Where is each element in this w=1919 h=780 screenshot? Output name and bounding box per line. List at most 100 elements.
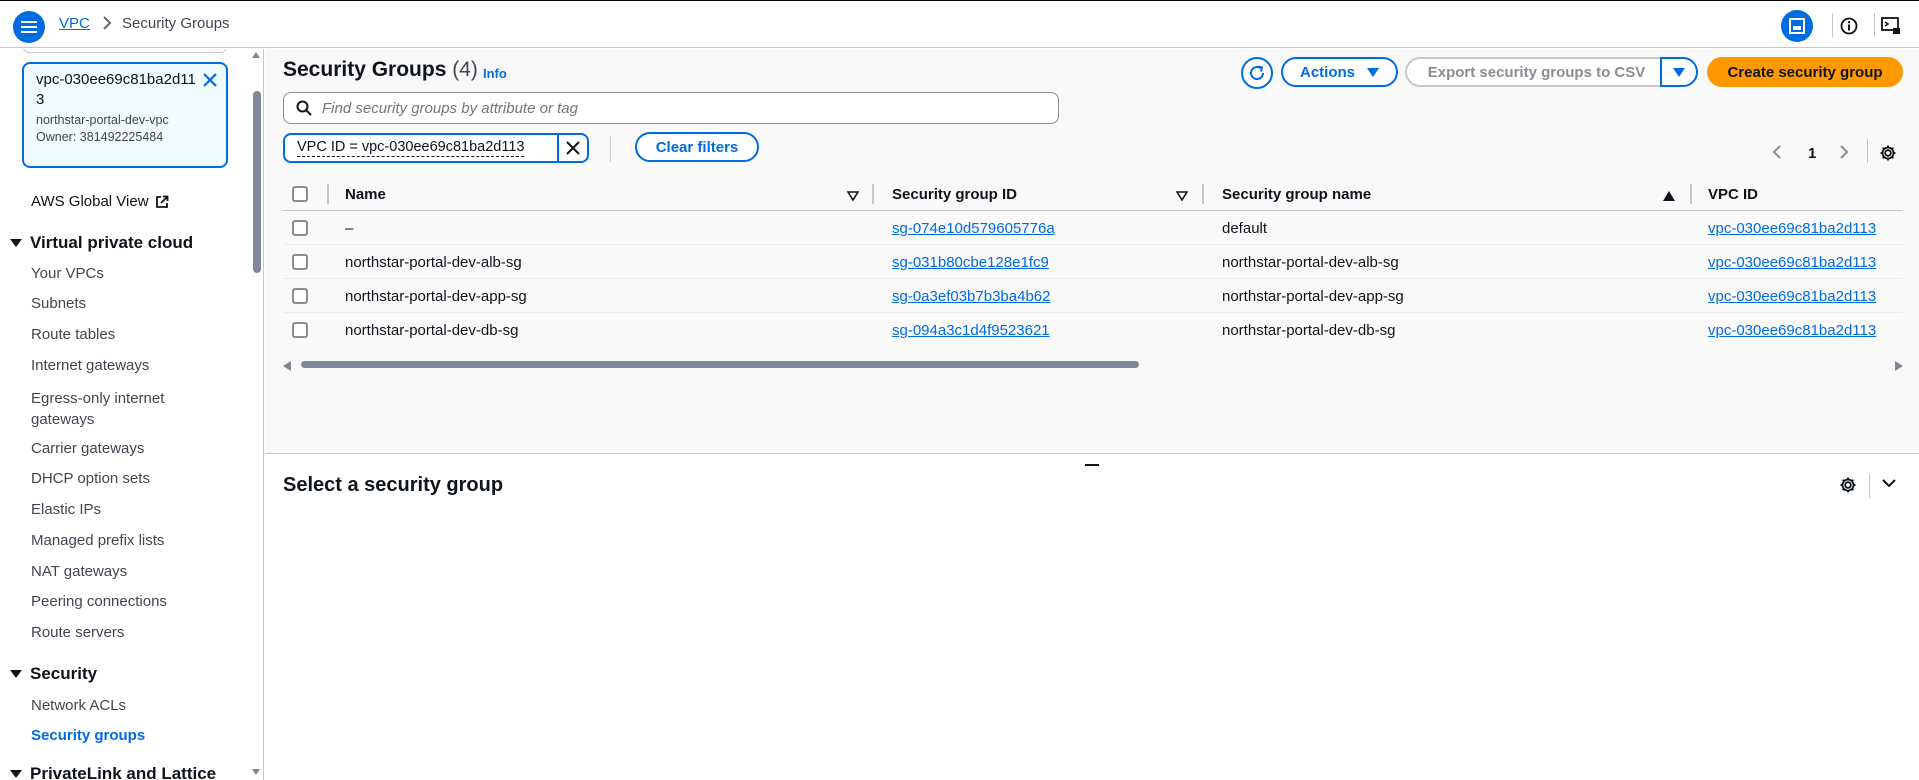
previous-page-button[interactable] — [1772, 145, 1782, 162]
refresh-button[interactable] — [1241, 57, 1273, 89]
info-icon — [1840, 17, 1858, 35]
collapse-split-panel-button[interactable] — [1881, 476, 1897, 492]
table-scrollbar-thumb[interactable] — [301, 361, 1139, 368]
security-groups-table: Name Security group ID Security group na… — [283, 177, 1903, 347]
table-preferences-button[interactable] — [1879, 144, 1897, 165]
table-row[interactable]: northstar-portal-dev-app-sg sg-0a3ef03b7… — [283, 279, 1903, 313]
sidebar-item-route-tables[interactable]: Route tables — [31, 326, 115, 343]
export-dropdown-button[interactable] — [1660, 57, 1698, 87]
column-divider — [1690, 184, 1692, 204]
close-icon[interactable] — [202, 72, 218, 91]
breadcrumb-vpc-link[interactable]: VPC — [59, 15, 90, 32]
top-navigation-bar: VPC Security Groups — [0, 0, 1919, 48]
sidebar-item-subnets[interactable]: Subnets — [31, 295, 86, 312]
sort-asc-icon[interactable] — [1663, 188, 1675, 204]
vpc-filter-id: vpc-030ee69c81ba2d113 — [36, 71, 196, 108]
section-security[interactable]: Security — [10, 664, 97, 684]
table-row[interactable]: – sg-074e10d579605776a default vpc-030ee… — [283, 211, 1903, 245]
sidebar-item-dhcp-option-sets[interactable]: DHCP option sets — [31, 470, 150, 487]
create-security-group-button[interactable]: Create security group — [1707, 57, 1903, 87]
sidebar-item-carrier-gateways[interactable]: Carrier gateways — [31, 440, 144, 457]
info-panel-button[interactable] — [1836, 13, 1862, 39]
split-panel: Select a security group — [265, 453, 1919, 780]
caret-up-icon — [252, 52, 260, 58]
cell-security-group-name: default — [1222, 220, 1268, 237]
table-horizontal-scrollbar[interactable] — [283, 355, 1903, 371]
sidebar-item-elastic-ips[interactable]: Elastic IPs — [31, 501, 101, 518]
select-all-checkbox[interactable] — [292, 186, 308, 202]
sidebar-item-route-servers[interactable]: Route servers — [31, 624, 124, 641]
section-virtual-private-cloud[interactable]: Virtual private cloud — [10, 233, 193, 253]
cell-security-group-id-link[interactable]: sg-031b80cbe128e1fc9 — [892, 254, 1049, 271]
main-content: Security Groups (4) Info Actions Export … — [265, 49, 1919, 453]
remove-filter-button[interactable] — [557, 133, 589, 163]
gear-icon — [1840, 477, 1856, 493]
table-header: Name Security group ID Security group na… — [283, 177, 1903, 211]
cell-name: – — [345, 220, 354, 237]
row-checkbox[interactable] — [292, 288, 308, 304]
gear-icon — [1880, 145, 1896, 161]
caret-down-icon — [1367, 67, 1379, 77]
sidebar-item-managed-prefix-lists[interactable]: Managed prefix lists — [31, 532, 164, 549]
sidebar-item-internet-gateways[interactable]: Internet gateways — [31, 357, 149, 374]
sidebar-item-your-vpcs[interactable]: Your VPCs — [31, 265, 104, 282]
split-panel-icon — [1789, 18, 1805, 34]
caret-down-icon — [10, 670, 22, 678]
caret-left-icon[interactable] — [283, 358, 291, 374]
cell-vpc-id-link[interactable]: vpc-030ee69c81ba2d113 — [1708, 288, 1876, 305]
cell-vpc-id-link[interactable]: vpc-030ee69c81ba2d113 — [1708, 220, 1876, 237]
sidebar-scrollbar-thumb[interactable] — [253, 91, 261, 273]
cell-vpc-id-link[interactable]: vpc-030ee69c81ba2d113 — [1708, 322, 1876, 339]
cell-security-group-name: northstar-portal-dev-app-sg — [1222, 288, 1404, 305]
row-checkbox[interactable] — [292, 220, 308, 236]
cell-security-group-id-link[interactable]: sg-0a3ef03b7b3ba4b62 — [892, 288, 1050, 305]
filter-token-label-box[interactable]: VPC ID = vpc-030ee69c81ba2d113 — [283, 133, 557, 163]
column-header-security-group-name[interactable]: Security group name — [1222, 186, 1371, 203]
menu-button[interactable] — [13, 11, 45, 43]
cloudshell-icon — [1881, 17, 1900, 34]
column-header-name[interactable]: Name — [345, 186, 386, 203]
section-privatelink-and-lattice[interactable]: PrivateLink and Lattice — [10, 764, 216, 780]
table-row[interactable]: northstar-portal-dev-db-sg sg-094a3c1d4f… — [283, 313, 1903, 347]
row-checkbox[interactable] — [292, 322, 308, 338]
row-checkbox[interactable] — [292, 254, 308, 270]
sidebar-filter-input[interactable] — [22, 49, 228, 53]
cell-security-group-id-link[interactable]: sg-094a3c1d4f9523621 — [892, 322, 1050, 339]
cell-security-group-id-link[interactable]: sg-074e10d579605776a — [892, 220, 1055, 237]
split-panel-divider — [1869, 474, 1870, 498]
sort-desc-icon[interactable] — [1175, 188, 1189, 204]
sidebar-item-security-groups[interactable]: Security groups — [31, 727, 145, 744]
split-panel-resize-handle[interactable] — [1085, 464, 1099, 466]
sidebar-item-peering-connections[interactable]: Peering connections — [31, 593, 167, 610]
toolbar-divider — [1874, 13, 1875, 37]
cell-name: northstar-portal-dev-db-sg — [345, 322, 519, 339]
export-csv-button[interactable]: Export security groups to CSV — [1405, 57, 1666, 87]
sidebar-item-egress-only-internet-gateways[interactable]: Egress-only internet gateways — [31, 388, 211, 430]
table-row[interactable]: northstar-portal-dev-alb-sg sg-031b80cbe… — [283, 245, 1903, 279]
column-header-vpc-id[interactable]: VPC ID — [1708, 186, 1758, 203]
aws-global-view-link[interactable]: AWS Global View — [31, 193, 169, 210]
sort-desc-icon[interactable] — [846, 188, 860, 204]
cell-name: northstar-portal-dev-alb-sg — [345, 254, 522, 271]
info-link[interactable]: Info — [483, 66, 507, 81]
search-input[interactable] — [322, 99, 1022, 117]
cell-vpc-id-link[interactable]: vpc-030ee69c81ba2d113 — [1708, 254, 1876, 271]
caret-right-icon[interactable] — [1895, 358, 1903, 374]
split-panel-toggle-button[interactable] — [1781, 10, 1813, 42]
next-page-button[interactable] — [1839, 145, 1849, 162]
column-header-security-group-id[interactable]: Security group ID — [892, 186, 1017, 203]
split-panel-preferences-button[interactable] — [1839, 476, 1857, 497]
actions-dropdown-button[interactable]: Actions — [1281, 57, 1398, 87]
caret-down-icon — [10, 770, 22, 778]
search-box — [283, 92, 1059, 124]
cloudshell-button[interactable] — [1878, 13, 1904, 39]
sidebar-item-nat-gateways[interactable]: NAT gateways — [31, 563, 127, 580]
sidebar-item-network-acls[interactable]: Network ACLs — [31, 697, 126, 714]
menu-icon — [21, 21, 37, 33]
caret-down-icon — [1673, 67, 1685, 77]
clear-filters-button[interactable]: Clear filters — [635, 132, 759, 162]
caret-down-icon — [252, 769, 260, 775]
current-page-number[interactable]: 1 — [1808, 145, 1816, 162]
chevron-left-icon — [1772, 145, 1781, 159]
item-count: (4) — [452, 58, 478, 81]
